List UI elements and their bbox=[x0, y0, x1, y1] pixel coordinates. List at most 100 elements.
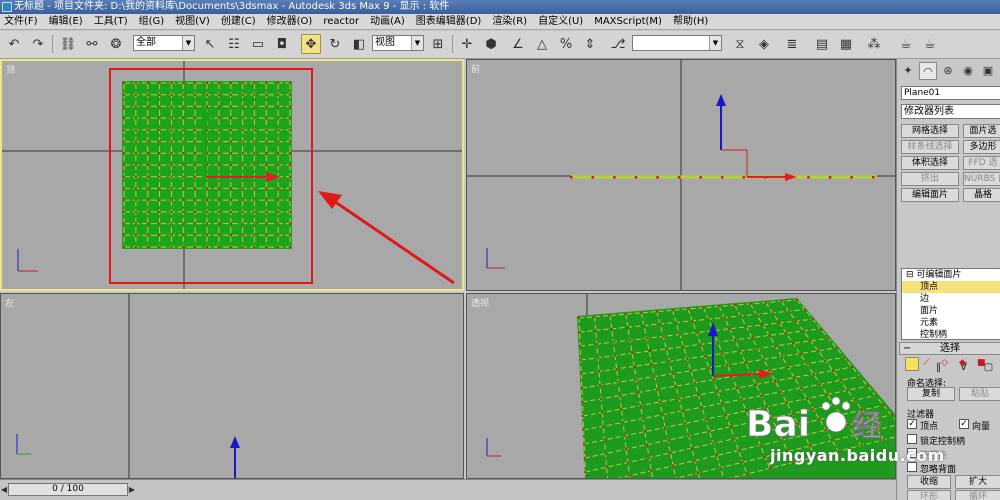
menu-help[interactable]: 帮助(H) bbox=[669, 14, 715, 29]
display-tab-icon[interactable]: ▣ bbox=[979, 62, 997, 80]
menu-edit[interactable]: 编辑(E) bbox=[45, 14, 90, 29]
bind-spacewarp-icon[interactable]: ❂ bbox=[106, 34, 126, 54]
motion-tab-icon[interactable]: ◉ bbox=[959, 62, 977, 80]
window-crossing-icon[interactable]: ◘ bbox=[272, 34, 292, 54]
stack-item-vertex[interactable]: 顶点 bbox=[902, 281, 1000, 293]
selection-filter-dropdown[interactable]: 全部 ▼ bbox=[133, 35, 195, 51]
volume-select-button[interactable]: 体积选择 bbox=[901, 156, 959, 170]
vertex-filter-checkbox[interactable]: ✓ bbox=[907, 419, 917, 429]
move-icon[interactable]: ✥ bbox=[301, 34, 321, 54]
scale-icon[interactable]: ◧ bbox=[349, 34, 369, 54]
element-level-icon[interactable]: ■ bbox=[977, 358, 986, 368]
rect-select-icon[interactable]: ▭ bbox=[248, 34, 268, 54]
ring-button[interactable]: 环形 bbox=[907, 490, 951, 500]
ignore-backfacing-checkbox[interactable] bbox=[907, 462, 917, 472]
nurbs-curve-button[interactable]: NURBS 曲 bbox=[963, 172, 1000, 186]
link-icon[interactable]: ⛓ bbox=[58, 34, 78, 54]
viewport-perspective[interactable]: 透视 bbox=[466, 293, 896, 479]
extrude-button[interactable]: 挤出 bbox=[901, 172, 959, 186]
shrink-button[interactable]: 收缩 bbox=[907, 475, 951, 489]
viewport-label[interactable]: 前 bbox=[471, 62, 480, 75]
mesh-select-button[interactable]: 网格选择 bbox=[901, 124, 959, 138]
select-icon[interactable]: ↖ bbox=[200, 34, 220, 54]
unlink-icon[interactable]: ⚯ bbox=[82, 34, 102, 54]
render-scene-icon[interactable]: ☕ bbox=[896, 34, 916, 54]
command-panel-tabs: ✦ ◠ ⊛ ◉ ▣ bbox=[897, 62, 1000, 82]
menu-animation[interactable]: 动画(A) bbox=[366, 14, 412, 29]
edit-named-sel-icon[interactable]: ⎇ bbox=[608, 34, 628, 54]
named-selection-dropdown[interactable]: ▼ bbox=[632, 35, 722, 51]
viewport-label[interactable]: 顶 bbox=[6, 63, 15, 76]
menu-tools[interactable]: 工具(T) bbox=[90, 14, 135, 29]
by-vertex-checkbox[interactable] bbox=[907, 448, 917, 458]
quick-render-icon[interactable]: ☕ bbox=[920, 34, 940, 54]
create-tab-icon[interactable]: ✦ bbox=[899, 62, 917, 80]
menu-rendering[interactable]: 渲染(R) bbox=[488, 14, 534, 29]
material-editor-icon[interactable]: ⁂ bbox=[864, 34, 884, 54]
handle-level-icon[interactable]: ⟋ bbox=[923, 358, 929, 368]
spinner-snap-icon[interactable]: % bbox=[556, 34, 576, 54]
menu-graph-editors[interactable]: 图表编辑器(D) bbox=[412, 14, 489, 29]
chevron-left-icon[interactable]: ◀ bbox=[0, 483, 8, 496]
menu-create[interactable]: 创建(C) bbox=[217, 14, 263, 29]
time-slider[interactable]: 0 / 100 bbox=[8, 483, 128, 496]
object-name-field[interactable]: Plane01 bbox=[901, 86, 1000, 100]
loop-button[interactable]: 循环 bbox=[955, 490, 1000, 500]
grow-button[interactable]: 扩大 bbox=[955, 475, 1000, 489]
vertex-level-icon[interactable] bbox=[905, 357, 919, 371]
app-icon bbox=[2, 2, 12, 12]
spline-select-button[interactable]: 样条线选择 bbox=[901, 140, 959, 154]
stack-item-patch[interactable]: 面片 bbox=[902, 305, 1000, 317]
patch-select-button[interactable]: 面片选 bbox=[963, 124, 1000, 138]
stack-item-edge[interactable]: 边 bbox=[902, 293, 1000, 305]
edit-patch-button[interactable]: 编辑面片 bbox=[901, 188, 959, 202]
patch-level-icon[interactable]: ◆ bbox=[959, 358, 966, 368]
edge-level-icon[interactable]: ◇ bbox=[941, 358, 948, 368]
stack-item-handle[interactable]: 控制柄 bbox=[902, 329, 1000, 341]
stack-item-editable-patch[interactable]: ⊟ 可编辑面片 bbox=[902, 269, 1000, 281]
left-view-canvas bbox=[16, 294, 240, 478]
redo-icon[interactable]: ↷ bbox=[28, 34, 48, 54]
reference-coord-dropdown[interactable]: 视图 ▼ bbox=[372, 35, 424, 51]
undo-icon[interactable]: ↶ bbox=[4, 34, 24, 54]
viewport-label[interactable]: 透视 bbox=[471, 296, 489, 309]
vector-filter-checkbox[interactable]: ✓ bbox=[959, 419, 969, 429]
snap-3d-icon[interactable]: ⬢ bbox=[481, 34, 501, 54]
ffd-select-button[interactable]: FFD 选 bbox=[963, 156, 1000, 170]
angle-snap-icon[interactable]: ∠ bbox=[508, 34, 528, 54]
hierarchy-tab-icon[interactable]: ⊛ bbox=[939, 62, 957, 80]
menu-customize[interactable]: 自定义(U) bbox=[534, 14, 590, 29]
align-icon[interactable]: ◈ bbox=[754, 34, 774, 54]
lock-handles-checkbox[interactable] bbox=[907, 434, 917, 444]
menu-reactor[interactable]: reactor bbox=[319, 14, 366, 29]
menu-views[interactable]: 视图(V) bbox=[171, 14, 217, 29]
poly-select-button[interactable]: 多边形 bbox=[963, 140, 1000, 154]
menu-file[interactable]: 文件(F) bbox=[0, 14, 45, 29]
percent-snap-icon[interactable]: △ bbox=[532, 34, 552, 54]
viewport-front[interactable]: 前 bbox=[466, 59, 896, 291]
copy-button[interactable]: 复制 bbox=[907, 387, 955, 401]
stack-item-element[interactable]: 元素 bbox=[902, 317, 1000, 329]
menu-modifiers[interactable]: 修改器(O) bbox=[263, 14, 320, 29]
chevron-right-icon[interactable]: ▶ bbox=[128, 483, 136, 496]
viewport-top[interactable]: 顶 bbox=[0, 59, 464, 291]
menu-maxscript[interactable]: MAXScript(M) bbox=[590, 14, 669, 29]
paste-button[interactable]: 粘贴 bbox=[959, 387, 1000, 401]
curve-editor-icon[interactable]: ▤ bbox=[812, 34, 832, 54]
chevron-down-icon: ▼ bbox=[411, 36, 423, 50]
schematic-view-icon[interactable]: ▦ bbox=[836, 34, 856, 54]
modify-tab-icon[interactable]: ◠ bbox=[919, 62, 937, 80]
menu-group[interactable]: 组(G) bbox=[135, 14, 172, 29]
layer-manager-icon[interactable]: ≣ bbox=[782, 34, 802, 54]
select-manipulate-icon[interactable]: ✛ bbox=[457, 34, 477, 54]
selection-rollout-header[interactable]: − 选择 bbox=[899, 342, 1000, 355]
mirror-icon[interactable]: ⧖ bbox=[730, 34, 750, 54]
viewport-label[interactable]: 左 bbox=[5, 296, 14, 309]
lattice-button[interactable]: 晶格 bbox=[963, 188, 1000, 202]
select-by-name-icon[interactable]: ☷ bbox=[224, 34, 244, 54]
modifier-list-dropdown[interactable]: 修改器列表 bbox=[901, 104, 1000, 119]
viewport-left[interactable]: 左 bbox=[0, 293, 464, 479]
spinner-snap-toggle-icon[interactable]: ⇕ bbox=[580, 34, 600, 54]
rotate-icon[interactable]: ↻ bbox=[325, 34, 345, 54]
pivot-icon[interactable]: ⊞ bbox=[428, 34, 448, 54]
